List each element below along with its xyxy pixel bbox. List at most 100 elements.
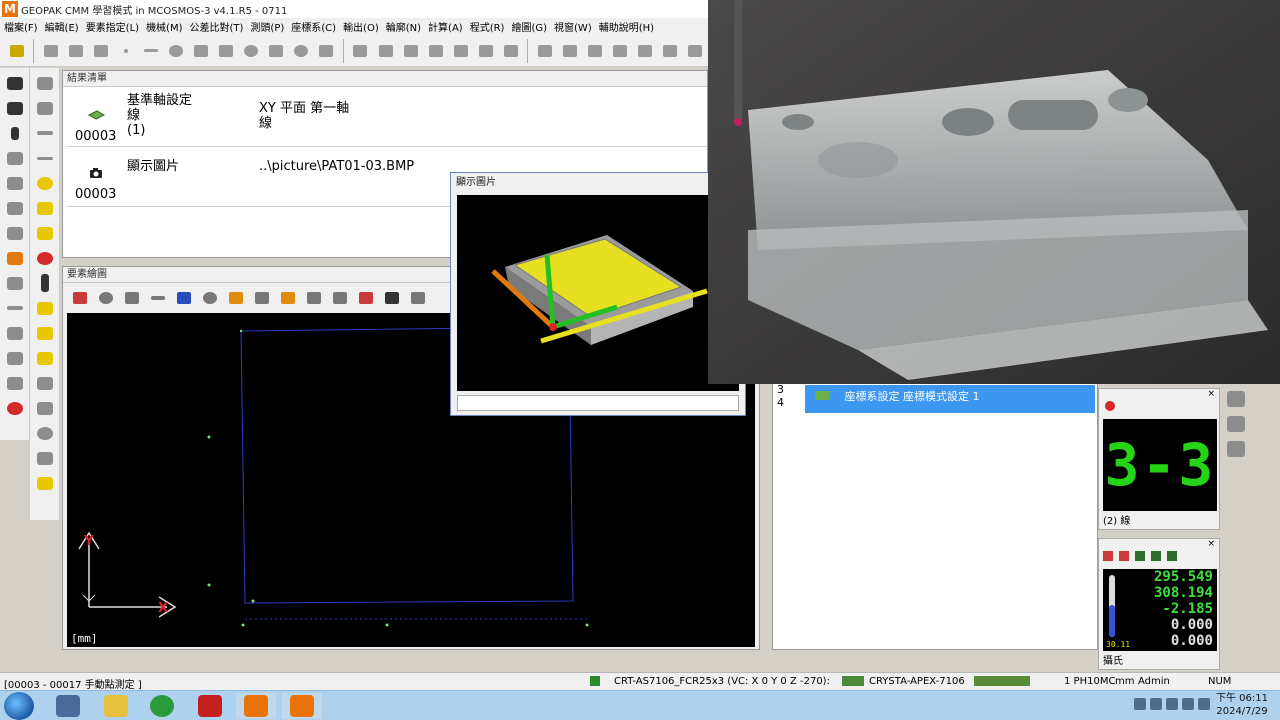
celsius-icon[interactable] (1103, 551, 1113, 561)
probe-view-icon[interactable] (174, 288, 194, 308)
line-icon[interactable] (141, 41, 160, 61)
taskbar-folder-icon[interactable] (96, 693, 136, 719)
construct-3-icon[interactable] (586, 41, 605, 61)
alignment-icon[interactable] (34, 73, 56, 93)
hand-icon[interactable] (34, 98, 56, 118)
multi-line-icon[interactable] (91, 41, 110, 61)
symmetry-icon[interactable] (451, 41, 470, 61)
view-iso-icon[interactable] (304, 288, 324, 308)
taskbar-chrome-icon[interactable] (142, 693, 182, 719)
taskbar-mcosmos-icon[interactable] (236, 693, 276, 719)
probe-coord-icon[interactable] (1167, 551, 1177, 561)
probe-calibrate-icon[interactable] (1225, 414, 1247, 434)
taskbar-recorder-icon[interactable] (190, 693, 230, 719)
gray-plate-icon[interactable] (34, 398, 56, 418)
stop-icon[interactable] (1105, 401, 1115, 411)
probe-tip-icon[interactable] (4, 123, 26, 143)
close-icon[interactable]: × (1207, 389, 1215, 399)
line-tool-icon[interactable] (66, 41, 85, 61)
view-xz-icon[interactable] (278, 288, 298, 308)
menu-coordinate[interactable]: 座標系(C) (291, 19, 336, 34)
menu-program[interactable]: 程式(R) (470, 19, 505, 34)
menu-calculate[interactable]: 計算(A) (428, 19, 463, 34)
probe-select-icon[interactable] (4, 73, 26, 93)
gray-block-icon[interactable] (34, 373, 56, 393)
midpoint-icon[interactable] (501, 41, 520, 61)
angle-calc-icon[interactable] (426, 41, 445, 61)
calc-icon[interactable] (4, 373, 26, 393)
probe-change-icon[interactable] (4, 98, 26, 118)
network-tray-icon[interactable] (1150, 698, 1162, 710)
view-xy-icon[interactable] (226, 288, 246, 308)
image-window[interactable]: 顯示圖片 (450, 172, 746, 416)
menu-tolerance[interactable]: 公差比對(T) (190, 19, 244, 34)
gauge-icon[interactable] (34, 273, 56, 293)
menu-probe[interactable]: 測頭(P) (250, 19, 284, 34)
small-tool-icon[interactable] (4, 298, 26, 318)
circle-icon[interactable] (166, 41, 185, 61)
help-tray-icon[interactable] (1134, 698, 1146, 710)
line-measure-icon[interactable] (34, 148, 56, 168)
taskbar-scissors-icon[interactable] (48, 693, 88, 719)
probe-settings-icon[interactable] (1225, 389, 1247, 409)
construct-2-icon[interactable] (561, 41, 580, 61)
menu-file[interactable]: 檔案(F) (4, 19, 38, 34)
close-icon[interactable]: × (1207, 539, 1215, 549)
point-icon[interactable] (116, 41, 135, 61)
yellow-block-icon[interactable] (34, 348, 56, 368)
volume-tray-icon[interactable] (1198, 698, 1210, 710)
construct-5-icon[interactable] (636, 41, 655, 61)
machine-coord-icon[interactable] (1135, 551, 1145, 561)
selected-program-step[interactable]: 座標系設定 座標模式設定 1 (805, 385, 1095, 413)
delete-icon[interactable] (70, 288, 90, 308)
menu-element[interactable]: 要素指定(L) (86, 19, 139, 34)
pan-hand-icon[interactable] (122, 288, 142, 308)
menu-help[interactable]: 輔助說明(H) (599, 19, 654, 34)
coord-2-icon[interactable] (4, 348, 26, 368)
gray-disc-icon[interactable] (34, 423, 56, 443)
menu-edit[interactable]: 編輯(E) (45, 19, 79, 34)
workpiece-1-icon[interactable] (4, 173, 26, 193)
yellow-cone-icon[interactable] (34, 473, 56, 493)
menu-graphics[interactable]: 繪圖(G) (511, 19, 547, 34)
slot-icon[interactable] (317, 41, 336, 61)
taskbar-mcosmos-2-icon[interactable] (282, 693, 322, 719)
yellow-cylinder-icon[interactable] (34, 223, 56, 243)
construct-7-icon[interactable] (686, 41, 705, 61)
notes-icon[interactable] (1225, 439, 1247, 459)
target-icon[interactable] (200, 288, 220, 308)
flag-tray-icon[interactable] (1166, 698, 1178, 710)
ellipse-icon[interactable] (292, 41, 311, 61)
probe-line-icon[interactable] (34, 123, 56, 143)
coord-1-icon[interactable] (4, 323, 26, 343)
result-row[interactable]: 00003 基準軸設定 線 (1) XY 平面 第一軸 線 (67, 89, 707, 147)
plane-icon[interactable] (192, 41, 211, 61)
zoom-icon[interactable] (96, 288, 116, 308)
workpiece-2-icon[interactable] (4, 198, 26, 218)
settings-icon[interactable] (408, 288, 428, 308)
cylinder-icon[interactable] (267, 41, 286, 61)
move-orange-icon[interactable] (4, 248, 26, 268)
stop-icon[interactable] (4, 398, 26, 418)
view-yz-icon[interactable] (252, 288, 272, 308)
intersect-icon[interactable] (376, 41, 395, 61)
menu-machine[interactable]: 機械(M) (146, 19, 182, 34)
element-color-icon[interactable] (356, 288, 376, 308)
probe-rotate-icon[interactable] (4, 148, 26, 168)
machine-icon[interactable] (7, 41, 26, 61)
construct-1-icon[interactable] (535, 41, 554, 61)
construct-4-icon[interactable] (611, 41, 630, 61)
no-entry-icon[interactable] (34, 248, 56, 268)
menu-contour[interactable]: 輪廓(N) (386, 19, 421, 34)
check-icon[interactable] (148, 288, 168, 308)
work-coord-icon[interactable] (1151, 551, 1161, 561)
grid-icon[interactable] (382, 288, 402, 308)
label-icon[interactable] (330, 288, 350, 308)
distance-icon[interactable] (401, 41, 420, 61)
hand-yellow-icon[interactable] (34, 298, 56, 318)
gray-gear-icon[interactable] (34, 448, 56, 468)
sphere-icon[interactable] (242, 41, 261, 61)
relation-icon[interactable] (351, 41, 370, 61)
yellow-circle-icon[interactable] (34, 173, 56, 193)
projection-icon[interactable] (476, 41, 495, 61)
